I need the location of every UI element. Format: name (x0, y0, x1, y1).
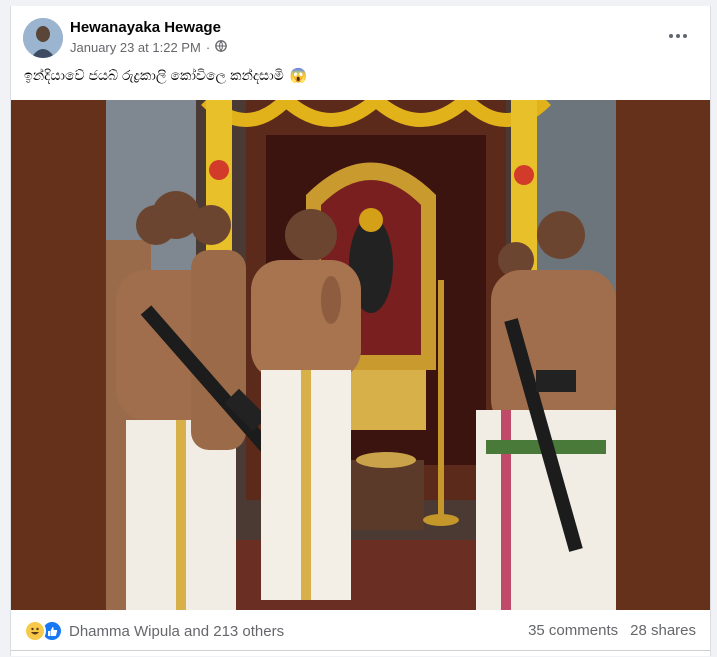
reaction-summary[interactable]: Dhamma Wipula and 213 others (24, 620, 284, 642)
avatar-image (23, 18, 63, 58)
post-meta: January 23 at 1:22 PM · (70, 40, 228, 55)
shares-count[interactable]: 28 shares (630, 622, 696, 639)
temple-photo-illustration (106, 100, 616, 610)
meta-separator: · (205, 40, 211, 55)
post-footer: Dhamma Wipula and 213 others 35 comments… (11, 610, 710, 650)
post-card: Hewanayaka Hewage January 23 at 1:22 PM … (10, 6, 711, 656)
scream-emoji: 😱 (289, 67, 308, 83)
caption-text: ඉන්දියාවේ ජයබ් රුද්‍රකාලි කෝවිලෙ කන්දසාම… (24, 67, 284, 83)
more-options-icon[interactable] (664, 26, 692, 46)
haha-reaction-icon (24, 620, 46, 642)
post-media[interactable] (11, 100, 710, 610)
comments-count[interactable]: 35 comments (528, 622, 618, 639)
author-name[interactable]: Hewanayaka Hewage (70, 19, 221, 36)
reaction-summary-text[interactable]: Dhamma Wipula and 213 others (69, 623, 284, 640)
post-caption: ඉන්දියාවේ ජයබ් රුද්‍රකාලි කෝවිලෙ කන්දසාම… (24, 67, 307, 84)
author-avatar[interactable] (23, 18, 63, 58)
engagement-counts: 35 comments 28 shares (528, 622, 696, 639)
post-header: Hewanayaka Hewage January 23 at 1:22 PM … (11, 6, 710, 98)
temple-photo[interactable] (106, 100, 616, 610)
post-timestamp[interactable]: January 23 at 1:22 PM (70, 40, 201, 55)
globe-icon[interactable] (215, 40, 228, 55)
